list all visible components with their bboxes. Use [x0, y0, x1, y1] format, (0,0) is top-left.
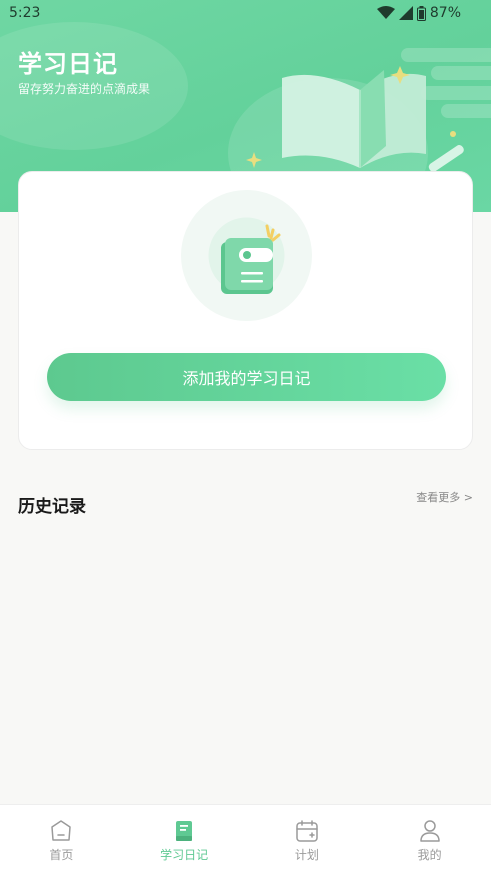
- wifi-icon: [376, 6, 395, 19]
- tab-label: 我的: [417, 848, 442, 862]
- signal-icon: [398, 6, 413, 20]
- tab-plan[interactable]: 计划: [246, 805, 369, 873]
- tab-label: 计划: [294, 848, 319, 862]
- status-bar: 5:23 87%: [0, 0, 491, 28]
- tab-label: 学习日记: [160, 848, 209, 862]
- tab-mine[interactable]: 我的: [368, 805, 491, 873]
- decor-stripe: [401, 48, 491, 62]
- diary-illustration-circle: [181, 190, 312, 321]
- sparkle-icon: [246, 152, 262, 168]
- user-icon: [419, 820, 440, 842]
- add-diary-card: 添加我的学习日记: [18, 171, 473, 450]
- history-section-title: 历史记录: [18, 497, 86, 517]
- diary-book-icon: [208, 217, 285, 294]
- battery-level: 87%: [429, 5, 461, 21]
- open-book-illustration: [282, 66, 464, 172]
- view-more-link[interactable]: 查看更多 >: [416, 489, 473, 505]
- page-title: 学习日记: [18, 50, 118, 78]
- bottom-tab-bar: 首页 学习日记 计划 我的: [0, 804, 491, 873]
- tab-diary[interactable]: 学习日记: [123, 805, 246, 873]
- status-time: 5:23: [9, 5, 41, 21]
- add-diary-button[interactable]: 添加我的学习日记: [47, 353, 446, 401]
- calendar-icon: [296, 820, 318, 842]
- battery-icon: [416, 5, 426, 21]
- page-subtitle: 留存努力奋进的点滴成果: [18, 82, 151, 96]
- status-icons: 87%: [376, 5, 461, 21]
- tab-label: 首页: [49, 848, 74, 862]
- home-icon: [51, 820, 72, 841]
- tab-home[interactable]: 首页: [0, 805, 123, 873]
- diary-icon: [176, 821, 193, 841]
